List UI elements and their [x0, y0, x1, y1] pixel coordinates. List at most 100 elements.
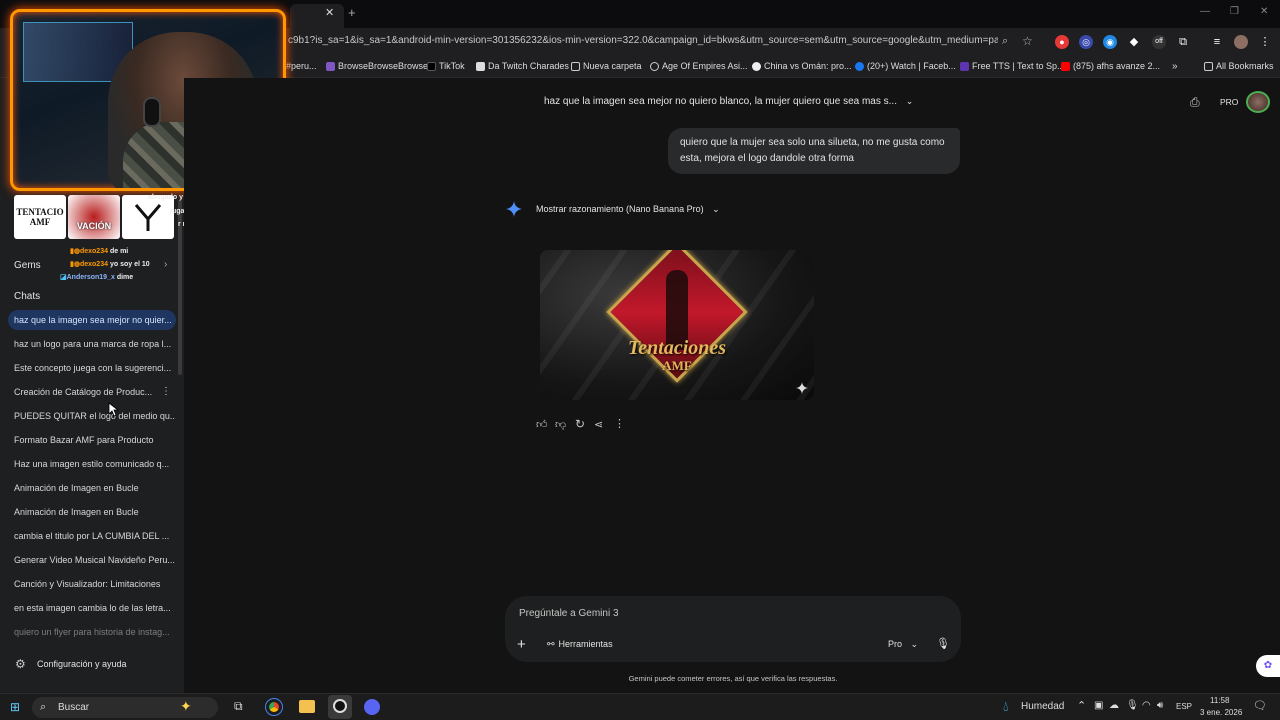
- chat-item[interactable]: cambia el titulo por LA CUMBIA DEL ...: [8, 526, 176, 546]
- youtube-icon: [1061, 61, 1070, 71]
- bookmark-item[interactable]: Free TTS | Text to Sp...: [960, 61, 1065, 71]
- share-icon[interactable]: ⋖: [594, 418, 603, 431]
- gear-icon[interactable]: ⚙: [15, 657, 26, 671]
- profile-avatar[interactable]: [1234, 35, 1248, 49]
- chat-item[interactable]: en esta imagen cambia lo de las letra...: [8, 598, 176, 618]
- bookmark-item[interactable]: TikTok: [427, 61, 465, 71]
- bookmark-favicon-icon: [960, 61, 969, 71]
- onedrive-icon[interactable]: ☁: [1109, 700, 1119, 711]
- extension-icon[interactable]: ◉: [1103, 35, 1117, 49]
- chat-item[interactable]: haz un logo para una marca de ropa l...: [8, 334, 176, 354]
- chat-item[interactable]: Animación de Imagen en Bucle: [8, 502, 176, 522]
- bookmark-favicon-icon: [476, 61, 485, 71]
- stream-chat-line: ▮◍dexo234 yo soy el 10: [70, 261, 150, 268]
- wifi-icon[interactable]: ◠: [1142, 700, 1151, 711]
- tools-button[interactable]: ⚯ Herramientas: [547, 639, 613, 650]
- chat-item[interactable]: PUEDES QUITAR el logo del medio qu...: [8, 406, 176, 426]
- regenerate-icon[interactable]: ↻: [575, 417, 585, 431]
- puzzle-icon[interactable]: ⧉: [1176, 35, 1190, 49]
- star-icon[interactable]: ☆: [1022, 34, 1033, 48]
- all-bookmarks[interactable]: All Bookmarks: [1204, 61, 1274, 71]
- extension-icon[interactable]: off: [1152, 35, 1166, 49]
- bookmark-item[interactable]: China vs Omán: pro...: [752, 61, 852, 71]
- tiktok-icon: [427, 61, 436, 71]
- new-tab-icon[interactable]: +: [348, 5, 356, 20]
- minimize-icon[interactable]: —: [1200, 6, 1210, 17]
- windows-start-icon[interactable]: ⊞: [10, 700, 20, 714]
- logo-subtext: AMF: [662, 358, 692, 373]
- weather-label[interactable]: Humedad: [1021, 701, 1064, 712]
- url-field[interactable]: c9b1?is_sa=1&is_sa=1&android-min-version…: [288, 35, 998, 46]
- tray-icon[interactable]: ▣: [1094, 700, 1103, 711]
- discord-icon[interactable]: [364, 699, 380, 715]
- search-icon[interactable]: ⌕: [1002, 35, 1008, 48]
- bookmark-item[interactable]: (20+) Watch | Faceb...: [855, 61, 956, 71]
- disclaimer-text: Gemini puede cometer errores, así que ve…: [628, 674, 838, 683]
- thumbs-up-icon[interactable]: 👍︎: [536, 418, 548, 431]
- volume-icon[interactable]: 🔊︎: [1157, 700, 1163, 711]
- model-selector[interactable]: Pro ⌄: [888, 639, 918, 650]
- bookmark-item[interactable]: BrowseBrowseBrowse: [326, 61, 428, 71]
- bookmark-item[interactable]: Da Twitch Charades: [476, 61, 569, 71]
- bookmark-item[interactable]: #peru...: [286, 61, 317, 71]
- extension-icon[interactable]: ◎: [1079, 35, 1093, 49]
- obs-icon: [333, 699, 347, 713]
- window-close-icon[interactable]: ✕: [1260, 6, 1268, 17]
- bookmark-folder[interactable]: Nueva carpeta: [571, 61, 642, 71]
- chat-item[interactable]: Generar Video Musical Navideño Peru...: [8, 550, 176, 570]
- prompt-composer: [505, 596, 961, 662]
- extension-icon[interactable]: ●: [1055, 35, 1069, 49]
- close-tab-icon[interactable]: ✕: [325, 6, 334, 19]
- bookmark-item[interactable]: (875) afhs avanze 2...: [1061, 61, 1160, 71]
- reading-list-icon[interactable]: ≡: [1210, 35, 1224, 49]
- avatar[interactable]: [1246, 91, 1270, 113]
- menu-icon[interactable]: ⋮: [1258, 35, 1272, 49]
- restore-icon[interactable]: ❐: [1230, 6, 1239, 17]
- chevron-right-icon[interactable]: ›: [164, 259, 167, 270]
- generated-image[interactable]: Tentaciones AMF: [540, 250, 814, 400]
- active-tab[interactable]: [290, 4, 344, 28]
- bookmark-item[interactable]: Age Of Empires Asi...: [650, 61, 748, 71]
- chat-item[interactable]: Haz una imagen estilo comunicado q...: [8, 454, 176, 474]
- microphone-icon[interactable]: 🎙︎: [1126, 700, 1139, 711]
- bookmark-favicon-icon: [752, 61, 761, 71]
- bookmark-favicon-icon: [326, 61, 335, 71]
- chevron-up-icon[interactable]: ⌃: [1077, 699, 1086, 712]
- conversation-title[interactable]: haz que la imagen sea mejor no quiero bl…: [544, 96, 913, 107]
- logo-text: Tentaciones: [627, 337, 727, 359]
- add-icon[interactable]: +: [517, 636, 526, 653]
- chrome-icon[interactable]: [265, 698, 283, 716]
- language-indicator[interactable]: ESP: [1176, 702, 1192, 711]
- water-drop-icon: 💧︎: [1003, 698, 1009, 714]
- side-extension-icon[interactable]: ✿: [1256, 655, 1280, 677]
- pro-badge: PRO: [1220, 97, 1239, 107]
- chat-item[interactable]: Creación de Catálogo de Produc...: [8, 382, 158, 402]
- chat-item[interactable]: quiero un flyer para historia de instag.…: [8, 622, 176, 642]
- extension-icon[interactable]: ◆: [1127, 35, 1141, 49]
- prompt-input[interactable]: Pregúntale a Gemini 3: [519, 608, 619, 619]
- clock-time[interactable]: 11:58: [1210, 696, 1229, 705]
- settings-help-link[interactable]: Configuración y ayuda: [37, 659, 127, 669]
- notifications-icon[interactable]: 🗨︎: [1253, 699, 1267, 712]
- clock-date[interactable]: 3 ene. 2026: [1200, 708, 1242, 717]
- mouse-cursor-icon: [108, 402, 118, 417]
- chat-item[interactable]: Animación de Imagen en Bucle: [8, 478, 176, 498]
- chat-item[interactable]: Canción y Visualizador: Limitaciones: [8, 574, 176, 594]
- thumbs-down-icon[interactable]: 👎︎: [555, 418, 566, 431]
- chat-options-icon[interactable]: ⋮: [161, 386, 171, 397]
- print-icon[interactable]: ⎙: [1190, 95, 1200, 110]
- gems-label[interactable]: Gems: [14, 260, 41, 271]
- chat-item[interactable]: Formato Bazar AMF para Producto: [8, 430, 176, 450]
- chevron-down-icon: ⌄: [905, 96, 914, 106]
- taskbar-search[interactable]: ⌕ Buscar ✦: [32, 697, 218, 718]
- folder-icon: [1204, 61, 1213, 71]
- chat-item[interactable]: haz que la imagen sea mejor no quier...: [8, 310, 176, 330]
- more-options-icon[interactable]: ⋮: [614, 417, 625, 430]
- microphone-icon[interactable]: 🎙︎: [936, 637, 950, 650]
- more-bookmarks-icon[interactable]: »: [1172, 61, 1178, 72]
- task-view-icon[interactable]: ⧉: [234, 699, 243, 714]
- show-reasoning-toggle[interactable]: Mostrar razonamiento (Nano Banana Pro) ⌄: [536, 204, 720, 215]
- overlay-thumbnail: [122, 195, 174, 239]
- file-explorer-icon[interactable]: [299, 700, 315, 713]
- chat-item[interactable]: Este concepto juega con la sugerenci...: [8, 358, 176, 378]
